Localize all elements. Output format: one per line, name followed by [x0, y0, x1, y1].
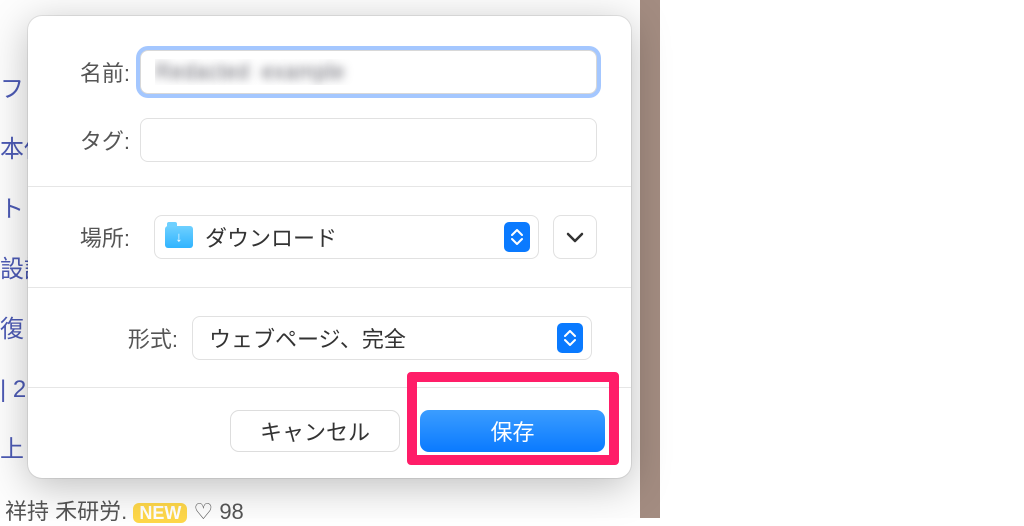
- dropdown-stepper-icon: [504, 222, 530, 252]
- name-label: 名前:: [62, 56, 140, 88]
- divider: [28, 186, 631, 187]
- expand-location-button[interactable]: [553, 215, 597, 259]
- location-select[interactable]: ダウンロード: [154, 215, 539, 259]
- divider: [28, 287, 631, 288]
- downloads-folder-icon: [165, 226, 193, 248]
- dialog-body: 名前: タグ: 場所: ダウンロード: [28, 16, 631, 387]
- format-row: 形式: ウェブページ、完全: [62, 316, 597, 360]
- cancel-button[interactable]: キャンセル: [230, 410, 400, 452]
- dialog-footer: キャンセル 保存: [28, 387, 631, 478]
- name-input[interactable]: [140, 50, 597, 94]
- location-value: ダウンロード: [205, 221, 504, 253]
- format-select[interactable]: ウェブページ、完全: [192, 316, 592, 360]
- background-bottom-row: 祥持 禾研労. NEW ♡ 98: [5, 494, 244, 526]
- chevron-down-icon: [566, 231, 584, 243]
- tag-input[interactable]: [140, 118, 597, 162]
- name-row: 名前:: [62, 50, 597, 94]
- tag-row: タグ:: [62, 118, 597, 162]
- background-sidebar-edge: [640, 0, 660, 518]
- save-dialog: 名前: タグ: 場所: ダウンロード: [28, 16, 631, 478]
- format-label: 形式:: [62, 322, 192, 354]
- format-value: ウェブページ、完全: [209, 322, 557, 354]
- tag-label: タグ:: [62, 124, 140, 156]
- location-label: 場所:: [62, 221, 140, 253]
- background-left-text: フ 本仮 ト 設記 復 | 2 上: [0, 0, 28, 518]
- location-row: 場所: ダウンロード: [62, 215, 597, 259]
- dropdown-stepper-icon: [557, 323, 583, 353]
- save-button[interactable]: 保存: [420, 410, 605, 452]
